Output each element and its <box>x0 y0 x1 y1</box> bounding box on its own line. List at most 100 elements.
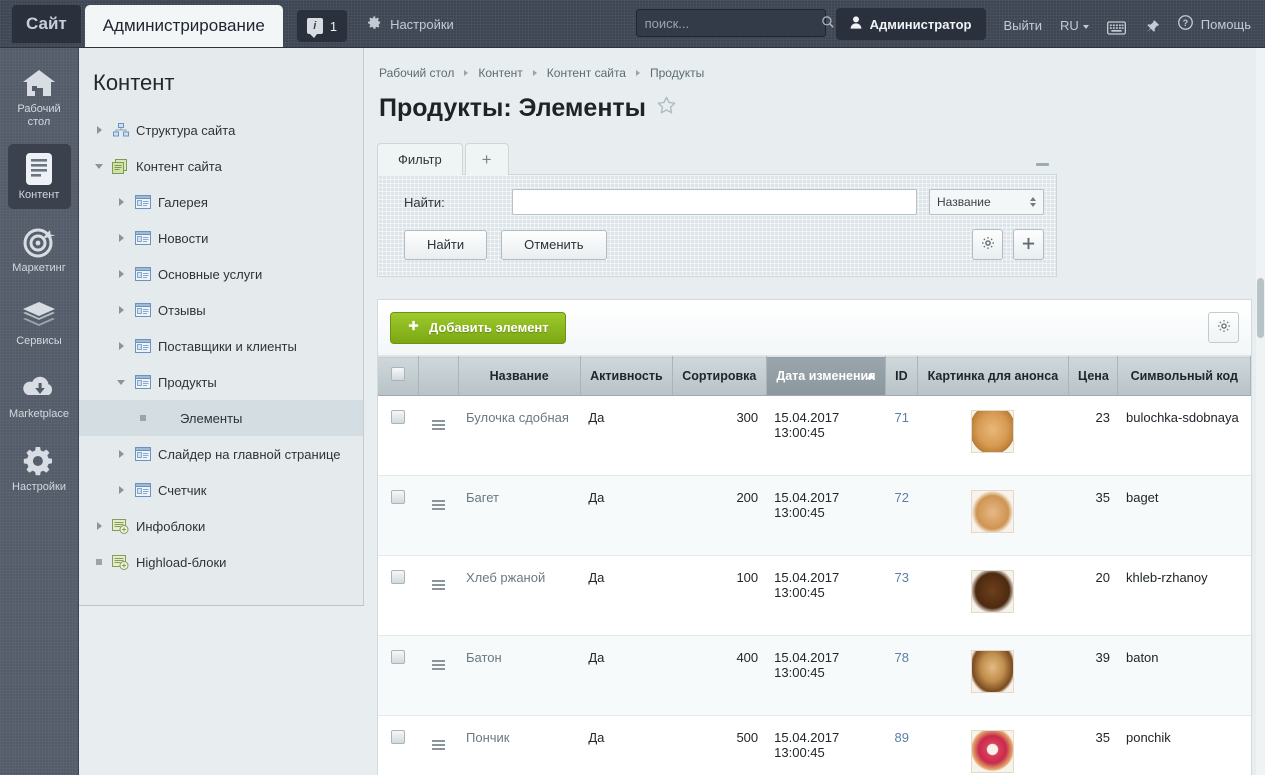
cell-id-text[interactable]: 73 <box>895 570 909 585</box>
rail-item-настройки[interactable]: Настройки <box>8 436 71 501</box>
row-checkbox[interactable] <box>391 490 405 504</box>
rail-item-контент[interactable]: Контент <box>7 144 71 209</box>
row-checkbox[interactable] <box>391 410 405 424</box>
table-row[interactable]: Пончик Да 500 15.04.2017 13:00:45 89 35 ponchik <box>378 715 1251 775</box>
filter-settings-button[interactable] <box>972 229 1003 260</box>
row-menu-icon[interactable] <box>431 660 445 670</box>
tree-item-8[interactable]: Элементы <box>79 400 363 436</box>
table-row[interactable]: Багет Да 200 15.04.2017 13:00:45 72 35 baget <box>378 475 1251 556</box>
row-menu-icon[interactable] <box>431 740 445 750</box>
user-menu-button[interactable]: Администратор <box>835 8 986 40</box>
chevron-right-icon[interactable] <box>115 304 127 316</box>
tree-item-10[interactable]: Счетчик <box>79 472 363 508</box>
tree-item-11[interactable]: Инфоблоки <box>79 508 363 544</box>
row-actions-cell[interactable] <box>418 395 458 476</box>
row-checkbox-cell[interactable] <box>378 395 418 476</box>
grid-settings-button[interactable] <box>1208 312 1239 343</box>
chevron-right-icon[interactable] <box>93 124 105 136</box>
tree-item-5[interactable]: Отзывы <box>79 292 363 328</box>
chevron-right-icon[interactable] <box>115 448 127 460</box>
tree-item-4[interactable]: Основные услуги <box>79 256 363 292</box>
filter-tab[interactable]: Фильтр <box>377 143 463 175</box>
chevron-down-icon[interactable] <box>93 160 105 172</box>
column-header-price[interactable]: Цена <box>1068 356 1119 396</box>
breadcrumb-item[interactable]: Рабочий стол <box>379 66 454 80</box>
search-box[interactable] <box>635 9 834 37</box>
row-checkbox-cell[interactable] <box>378 635 418 716</box>
row-menu-icon[interactable] <box>431 500 445 510</box>
filter-add-tab[interactable]: + <box>464 143 509 175</box>
table-row[interactable]: Булочка сдобная Да 300 15.04.2017 13:00:45 71… <box>378 395 1251 476</box>
chevron-right-icon[interactable] <box>115 268 127 280</box>
search-input[interactable] <box>644 15 821 31</box>
logout-link[interactable]: Выйти <box>1004 18 1043 33</box>
column-header-id[interactable]: ID <box>885 356 918 396</box>
filter-find-input[interactable] <box>512 189 917 215</box>
row-actions-cell[interactable] <box>418 555 458 636</box>
tree-item-12[interactable]: Highload-блоки <box>79 544 363 580</box>
column-header-active[interactable]: Активность <box>580 356 673 396</box>
filter-cancel-button[interactable]: Отменить <box>501 229 607 260</box>
help-link[interactable]: ? Помощь <box>1177 15 1251 33</box>
breadcrumb-item[interactable]: Контент сайта <box>547 66 626 80</box>
rail-item-рабочий-стол[interactable]: Рабочий стол <box>8 58 71 136</box>
cell-name-text[interactable]: Пончик <box>466 730 509 745</box>
search-icon[interactable] <box>821 15 835 32</box>
tab-administration[interactable]: Администрирование <box>84 5 283 47</box>
chevron-right-icon[interactable] <box>115 340 127 352</box>
row-menu-icon[interactable] <box>431 420 445 430</box>
column-header-image[interactable]: Картинка для анонса <box>917 356 1070 396</box>
column-header-menu[interactable] <box>418 356 459 396</box>
tree-item-0[interactable]: Структура сайта <box>79 112 363 148</box>
select-all-checkbox[interactable] <box>390 367 405 381</box>
pin-icon[interactable] <box>1144 19 1160 35</box>
row-menu-icon[interactable] <box>431 580 445 590</box>
minimize-icon[interactable] <box>1036 163 1049 166</box>
tree-item-9[interactable]: Слайдер на главной странице <box>79 436 363 472</box>
table-row[interactable]: Батон Да 400 15.04.2017 13:00:45 78 39 baton <box>378 635 1251 716</box>
filter-find-button[interactable]: Найти <box>404 229 488 260</box>
breadcrumb-item[interactable]: Контент <box>478 66 522 80</box>
column-header-date[interactable]: Дата изменения <box>766 356 887 396</box>
language-switch[interactable]: RU <box>1060 18 1089 33</box>
cell-id-text[interactable]: 72 <box>895 490 909 505</box>
rail-item-marketplace[interactable]: Marketplace <box>8 363 71 428</box>
breadcrumb-item[interactable]: Продукты <box>650 66 704 80</box>
cell-id-text[interactable]: 71 <box>895 410 909 425</box>
rail-item-сервисы[interactable]: Сервисы <box>8 290 71 355</box>
row-checkbox-cell[interactable] <box>378 475 418 556</box>
chevron-right-icon[interactable] <box>93 520 105 532</box>
tab-site[interactable]: Сайт <box>12 5 81 43</box>
cell-id-text[interactable]: 89 <box>895 730 909 745</box>
row-actions-cell[interactable] <box>418 715 458 775</box>
notifications-badge[interactable]: i 1 <box>296 10 348 42</box>
star-outline-icon[interactable] <box>656 94 677 123</box>
chevron-right-icon[interactable] <box>115 484 127 496</box>
row-checkbox-cell[interactable] <box>378 715 418 775</box>
column-header-code[interactable]: Символьный код <box>1117 356 1251 396</box>
column-header-sort[interactable]: Сортировка <box>672 356 767 396</box>
tree-item-6[interactable]: Поставщики и клиенты <box>79 328 363 364</box>
table-row[interactable]: Хлеб ржаной Да 100 15.04.2017 13:00:45 73 20 kh… <box>378 555 1251 636</box>
column-header-name[interactable]: Название <box>458 356 581 396</box>
filter-field-select[interactable]: Название <box>929 189 1044 215</box>
filter-add-button[interactable] <box>1013 229 1044 260</box>
cell-name-text[interactable]: Багет <box>466 490 499 505</box>
cell-name-text[interactable]: Булочка сдобная <box>466 410 569 425</box>
tree-item-2[interactable]: Галерея <box>79 184 363 220</box>
row-actions-cell[interactable] <box>418 635 458 716</box>
row-checkbox[interactable] <box>391 730 405 744</box>
chevron-down-icon[interactable] <box>115 376 127 388</box>
cell-name-text[interactable]: Батон <box>466 650 502 665</box>
scrollbar-thumb[interactable] <box>1257 278 1264 338</box>
rail-item-маркетинг[interactable]: Маркетинг <box>8 217 71 282</box>
vertical-scrollbar[interactable] <box>1256 48 1265 775</box>
add-element-button[interactable]: Добавить элемент <box>390 311 566 344</box>
keyboard-icon[interactable] <box>1106 21 1126 35</box>
row-checkbox-cell[interactable] <box>378 555 418 636</box>
row-actions-cell[interactable] <box>418 475 458 556</box>
topbar-settings-button[interactable]: Настройки <box>367 15 454 33</box>
row-checkbox[interactable] <box>391 650 405 664</box>
column-header-check[interactable] <box>378 356 419 396</box>
cell-name-text[interactable]: Хлеб ржаной <box>466 570 545 585</box>
